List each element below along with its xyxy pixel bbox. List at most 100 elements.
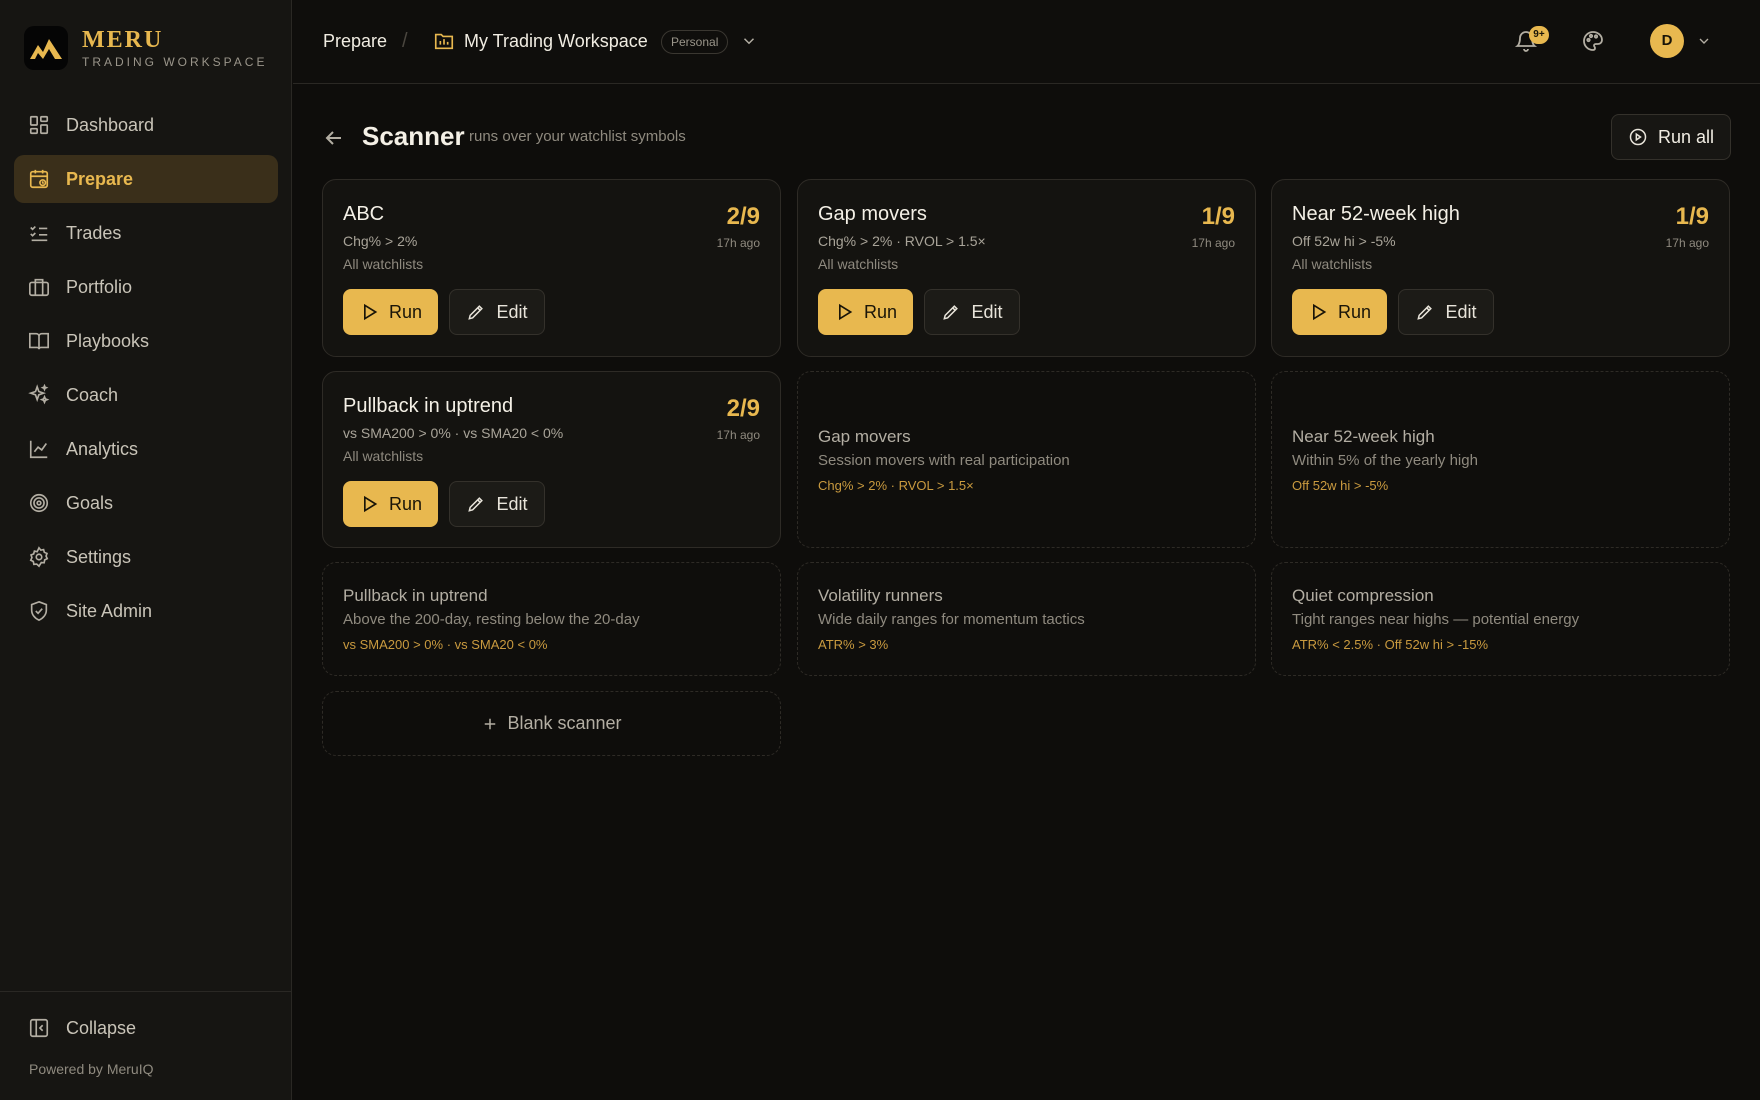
scanner-name: Gap movers: [818, 203, 927, 225]
template-card[interactable]: Gap movers Session movers with real part…: [797, 371, 1256, 548]
arrow-left-icon[interactable]: [322, 126, 346, 150]
collapse-label: Collapse: [66, 1017, 137, 1038]
list-checks-icon: [30, 225, 48, 242]
shield-icon: [30, 600, 48, 622]
scanner-card: Near 52-week high Off 52w hi > -5% All w…: [1271, 179, 1730, 357]
sidebar-item-coach[interactable]: Coach: [14, 371, 278, 419]
run-button[interactable]: Run: [1292, 289, 1387, 335]
sidebar-item-label: Dashboard: [66, 114, 155, 135]
edit-button[interactable]: Edit: [449, 289, 545, 335]
edit-label: Edit: [496, 493, 528, 514]
template-name: Volatility runners: [818, 586, 943, 605]
edit-label: Edit: [971, 301, 1003, 322]
pencil-icon: [468, 305, 484, 320]
workspace-name[interactable]: My Trading Workspace: [464, 31, 648, 52]
template-expression: vs SMA200 > 0% · vs SMA20 < 0%: [343, 637, 548, 652]
pencil-icon: [468, 497, 484, 512]
scanner-scope: All watchlists: [343, 448, 424, 464]
template-expression: Off 52w hi > -5%: [1292, 478, 1389, 493]
edit-label: Edit: [1445, 301, 1477, 322]
template-name: Gap movers: [818, 427, 911, 446]
scanner-name: Near 52-week high: [1292, 203, 1460, 225]
scanner-last-run: 17h ago: [716, 236, 760, 250]
target-icon: [29, 493, 49, 513]
scanner-last-run: 17h ago: [1665, 236, 1709, 250]
run-all-button[interactable]: Run all: [1611, 114, 1731, 160]
sidebar: MERU TRADING WORKSPACE Dashboard Prepare…: [0, 0, 292, 1100]
run-button[interactable]: Run: [818, 289, 913, 335]
workspace-badge: Personal: [661, 30, 729, 54]
sidebar-item-analytics[interactable]: Analytics: [14, 425, 278, 473]
template-card[interactable]: Quiet compression Tight ranges near high…: [1271, 562, 1730, 676]
sidebar-item-label: Trades: [66, 222, 122, 243]
run-label: Run: [388, 493, 423, 514]
scanner-match-count: 2/9: [726, 395, 760, 422]
template-description: Within 5% of the yearly high: [1292, 452, 1478, 469]
breadcrumb-separator: /: [402, 30, 408, 52]
play-icon: [838, 303, 853, 321]
breadcrumb-prepare[interactable]: Prepare: [323, 31, 387, 52]
sidebar-item-playbooks[interactable]: Playbooks: [14, 317, 278, 365]
edit-label: Edit: [496, 301, 528, 322]
scanner-filter: vs SMA200 > 0% · vs SMA20 < 0%: [343, 425, 564, 441]
sidebar-item-prepare[interactable]: Prepare: [14, 155, 278, 203]
sidebar-item-dashboard[interactable]: Dashboard: [14, 101, 278, 149]
edit-button[interactable]: Edit: [924, 289, 1020, 335]
blank-scanner-button[interactable]: Blank scanner: [322, 691, 781, 756]
pencil-icon: [1417, 305, 1433, 320]
scanner-scope: All watchlists: [343, 256, 424, 272]
template-description: Session movers with real participation: [818, 452, 1070, 469]
collapse-button[interactable]: Collapse: [28, 1017, 136, 1039]
play-icon: [363, 495, 378, 513]
scanner-scope: All watchlists: [818, 256, 899, 272]
template-card[interactable]: Pullback in uptrend Above the 200-day, r…: [322, 562, 781, 676]
chevron-down-icon[interactable]: [1696, 33, 1712, 49]
sidebar-item-trades[interactable]: Trades: [14, 209, 278, 257]
template-name: Near 52-week high: [1292, 427, 1435, 446]
scanner-name: ABC: [343, 203, 385, 225]
scanner-card: Pullback in uptrend vs SMA200 > 0% · vs …: [322, 371, 781, 548]
briefcase-icon: [29, 278, 49, 297]
chevron-down-icon[interactable]: [740, 32, 758, 50]
run-label: Run: [1337, 301, 1372, 322]
play-icon: [1312, 303, 1327, 321]
sidebar-item-settings[interactable]: Settings: [14, 533, 278, 581]
scanner-last-run: 17h ago: [716, 428, 760, 442]
template-card[interactable]: Near 52-week high Within 5% of the yearl…: [1271, 371, 1730, 548]
template-name: Quiet compression: [1292, 586, 1434, 605]
scanner-scope: All watchlists: [1292, 256, 1373, 272]
run-button[interactable]: Run: [343, 289, 438, 335]
top-bar: Prepare / My Trading Workspace Personal …: [293, 0, 1760, 84]
template-description: Wide daily ranges for momentum tactics: [818, 611, 1085, 628]
sidebar-item-site-admin[interactable]: Site Admin: [14, 587, 278, 635]
template-expression: ATR% < 2.5% · Off 52w hi > -15%: [1292, 637, 1489, 652]
dashboard-icon: [29, 115, 49, 135]
scanner-match-count: 1/9: [1201, 203, 1235, 230]
scanner-card: ABC Chg% > 2% All watchlists 2/9 17h ago…: [322, 179, 781, 357]
template-card[interactable]: Volatility runners Wide daily ranges for…: [797, 562, 1256, 676]
sidebar-item-label: Prepare: [66, 168, 134, 189]
sidebar-item-label: Goals: [66, 492, 114, 513]
sidebar-item-goals[interactable]: Goals: [14, 479, 278, 527]
notification-badge: 9+: [1529, 26, 1549, 44]
template-name: Pullback in uptrend: [343, 586, 488, 605]
sidebar-item-label: Playbooks: [66, 330, 150, 351]
edit-button[interactable]: Edit: [449, 481, 545, 527]
sidebar-item-portfolio[interactable]: Portfolio: [14, 263, 278, 311]
blank-scanner-label: Blank scanner: [507, 713, 622, 733]
scanner-last-run: 17h ago: [1191, 236, 1235, 250]
scanner-card: Gap movers Chg% > 2% · RVOL > 1.5× All w…: [797, 179, 1256, 357]
template-description: Above the 200-day, resting below the 20-…: [343, 611, 640, 628]
sidebar-divider: [0, 991, 292, 992]
brand[interactable]: MERU TRADING WORKSPACE: [24, 26, 267, 70]
workspace-folder-icon: [434, 33, 454, 50]
line-chart-icon: [29, 440, 48, 459]
scanner-match-count: 1/9: [1675, 203, 1709, 230]
scanner-name: Pullback in uptrend: [343, 395, 514, 417]
avatar[interactable]: D: [1650, 24, 1684, 58]
edit-button[interactable]: Edit: [1398, 289, 1494, 335]
palette-icon[interactable]: [1581, 29, 1605, 53]
book-open-icon: [29, 332, 49, 350]
panel-collapse-icon: [29, 1018, 49, 1038]
run-button[interactable]: Run: [343, 481, 438, 527]
